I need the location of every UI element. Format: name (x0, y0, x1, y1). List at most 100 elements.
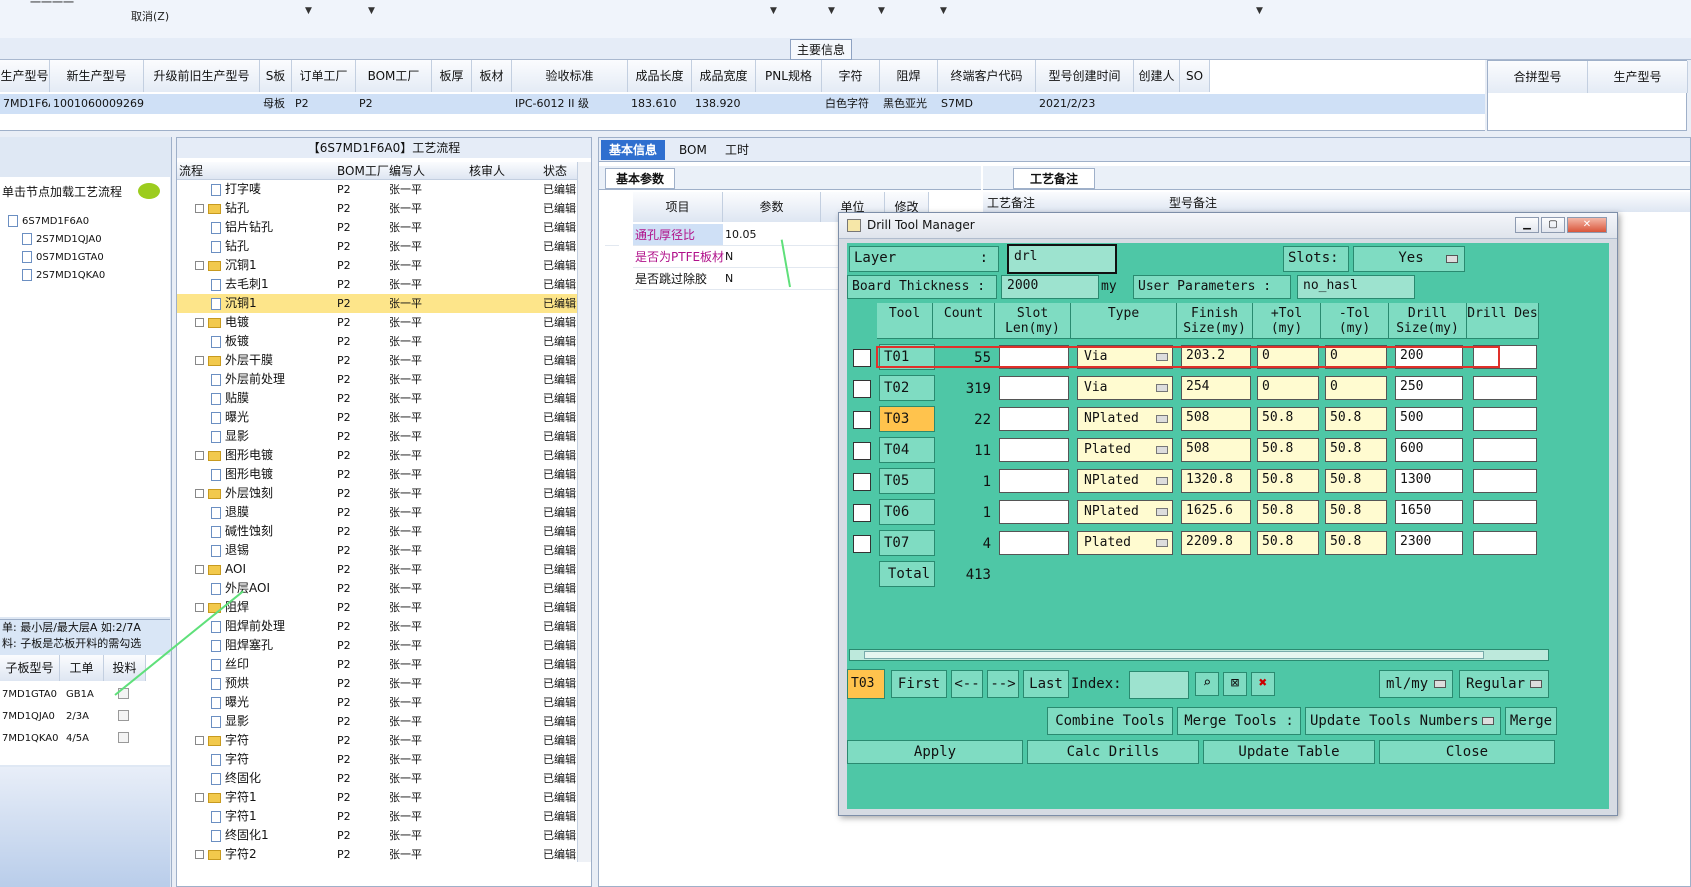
basic-params-tab[interactable]: 基本参数 (605, 168, 676, 189)
close-icon[interactable]: ✕ (1567, 217, 1607, 233)
process-row[interactable]: 字符2 P2 张一平 已编辑 (177, 845, 577, 864)
minus-tol-input[interactable]: 50.8 (1325, 531, 1387, 555)
chevron-down-icon[interactable]: ▼ (828, 6, 835, 16)
collapse-icon[interactable] (195, 261, 204, 270)
process-node[interactable]: 外层前处理 (211, 370, 285, 389)
process-node[interactable]: 阻焊塞孔 (211, 636, 273, 655)
collapse-icon[interactable] (195, 318, 204, 327)
first-button[interactable]: First (891, 670, 947, 698)
type-dropdown[interactable]: Plated (1077, 531, 1173, 555)
feed-checkbox-cell[interactable] (118, 731, 134, 751)
last-button[interactable]: Last (1023, 670, 1069, 698)
process-node[interactable]: 阻焊前处理 (211, 617, 285, 636)
tool-button[interactable]: T02 (879, 375, 935, 401)
process-tree[interactable]: 打字唛 P2 张一平 已编辑 钻孔 P2 张一平 已编辑 铝片钻孔 P2 张一平 已编辑 钻孔 P2 张一平… (177, 180, 577, 880)
expand-row-button[interactable] (853, 473, 871, 491)
plus-tol-input[interactable]: 50.8 (1257, 438, 1319, 462)
process-node[interactable]: 外层AOI (211, 579, 270, 598)
feed-checkbox[interactable] (118, 732, 129, 743)
process-row[interactable]: 字符1 P2 张一平 已编辑 (177, 788, 577, 807)
drill-size-input[interactable]: 500 (1395, 407, 1463, 431)
process-row[interactable]: AOI P2 张一平 已编辑 (177, 560, 577, 579)
process-node[interactable]: 外层干膜 (195, 351, 273, 370)
process-node[interactable]: 打字唛 (211, 180, 261, 199)
index-field[interactable] (1129, 671, 1189, 699)
slot-len-input[interactable] (999, 500, 1069, 524)
mode-dropdown[interactable]: Regular (1459, 670, 1549, 698)
finish-size-input[interactable]: 2209.8 (1181, 531, 1251, 555)
process-row[interactable]: 预烘 P2 张一平 已编辑 (177, 674, 577, 693)
process-row[interactable]: 铝片钻孔 P2 张一平 已编辑 (177, 218, 577, 237)
collapse-icon[interactable] (195, 489, 204, 498)
process-node[interactable]: 沉铜1 (211, 294, 257, 313)
process-node[interactable]: 字符 (211, 750, 249, 769)
process-node[interactable]: 图形电镀 (211, 465, 273, 484)
type-dropdown[interactable]: NPlated (1077, 469, 1173, 493)
process-row[interactable]: 退锡 P2 张一平 已编辑 (177, 541, 577, 560)
merge-button[interactable]: Merge (1505, 707, 1557, 735)
update-table-button[interactable]: Update Table (1203, 740, 1375, 764)
finish-size-input[interactable]: 254 (1181, 376, 1251, 400)
type-dropdown[interactable]: Plated (1077, 438, 1173, 462)
finish-size-input[interactable]: 1320.8 (1181, 469, 1251, 493)
model-data-row[interactable]: 7MD1F6A010010600092694 母板 P2 P2 IPC-6012 II … (0, 94, 1485, 114)
minus-tol-input[interactable]: 50.8 (1325, 438, 1387, 462)
board-thickness-field[interactable]: 2000 (1001, 275, 1099, 299)
process-node[interactable]: 终固化1 (211, 826, 269, 845)
process-row[interactable]: 贴膜 P2 张一平 已编辑 (177, 389, 577, 408)
process-node[interactable]: 字符1 (195, 788, 257, 807)
minimize-button[interactable]: ▁ (1515, 217, 1539, 233)
collapse-icon[interactable] (195, 603, 204, 612)
expand-row-button[interactable] (853, 380, 871, 398)
finish-size-input[interactable]: 508 (1181, 407, 1251, 431)
drill-des-input[interactable] (1473, 500, 1537, 524)
process-row[interactable]: 图形电镀 P2 张一平 已编辑 (177, 446, 577, 465)
process-row[interactable]: 曝光 P2 张一平 已编辑 (177, 408, 577, 427)
plus-tol-input[interactable]: 0 (1257, 376, 1319, 400)
drill-size-input[interactable]: 1300 (1395, 469, 1463, 493)
chevron-down-icon[interactable]: ▼ (770, 6, 777, 16)
process-row[interactable]: 板镀 P2 张一平 已编辑 (177, 332, 577, 351)
layer-field[interactable]: drl (1007, 244, 1117, 274)
chevron-down-icon[interactable]: ▼ (368, 6, 375, 16)
expand-row-button[interactable] (853, 411, 871, 429)
process-node[interactable]: 字符1 (211, 807, 257, 826)
process-row[interactable]: 终固化1 P2 张一平 已编辑 (177, 826, 577, 845)
process-node[interactable]: 预烘 (211, 674, 249, 693)
remark-tab[interactable]: 工艺备注 (1013, 168, 1096, 189)
process-row[interactable]: 沉铜1 P2 张一平 已编辑 (177, 256, 577, 275)
user-parameters-field[interactable]: no_hasl (1297, 275, 1415, 299)
drill-size-input[interactable]: 1650 (1395, 500, 1463, 524)
collapse-icon[interactable] (195, 736, 204, 745)
process-row[interactable]: 阻焊前处理 P2 张一平 已编辑 (177, 617, 577, 636)
minus-tol-input[interactable]: 0 (1325, 376, 1387, 400)
detail-tab[interactable]: 工时 (717, 140, 757, 160)
expand-row-button[interactable] (853, 349, 871, 367)
process-node[interactable]: 钻孔 (211, 237, 249, 256)
next-button[interactable]: --> (987, 670, 1019, 698)
tool-button[interactable]: T03 (879, 406, 935, 432)
finish-size-input[interactable]: 508 (1181, 438, 1251, 462)
process-node[interactable]: 图形电镀 (195, 446, 273, 465)
process-node[interactable]: 沉铜1 (195, 256, 257, 275)
tree-node[interactable]: 0S7MD1GTA0 (22, 251, 104, 263)
process-row[interactable]: 沉铜1 P2 张一平 已编辑 (177, 294, 577, 313)
finish-size-input[interactable]: 1625.6 (1181, 500, 1251, 524)
expand-row-button[interactable] (853, 535, 871, 553)
process-row[interactable]: 钻孔 P2 张一平 已编辑 (177, 199, 577, 218)
process-row[interactable]: 碱性蚀刻 P2 张一平 已编辑 (177, 522, 577, 541)
collapse-icon[interactable] (195, 793, 204, 802)
plus-tol-input[interactable]: 50.8 (1257, 469, 1319, 493)
prev-button[interactable]: <-- (951, 670, 983, 698)
process-row[interactable]: 字符 P2 张一平 已编辑 (177, 731, 577, 750)
process-node[interactable]: 退锡 (211, 541, 249, 560)
cancel-menu-item[interactable]: 取消(Z) (131, 8, 169, 24)
slot-len-input[interactable] (999, 438, 1069, 462)
feed-checkbox[interactable] (118, 710, 129, 721)
slot-len-input[interactable] (999, 531, 1069, 555)
slot-len-input[interactable] (999, 407, 1069, 431)
process-node[interactable]: 曝光 (211, 408, 249, 427)
process-row[interactable]: 显影 P2 张一平 已编辑 (177, 712, 577, 731)
tree-node[interactable]: 6S7MD1F6A0 (8, 215, 89, 227)
process-node[interactable]: 曝光 (211, 693, 249, 712)
